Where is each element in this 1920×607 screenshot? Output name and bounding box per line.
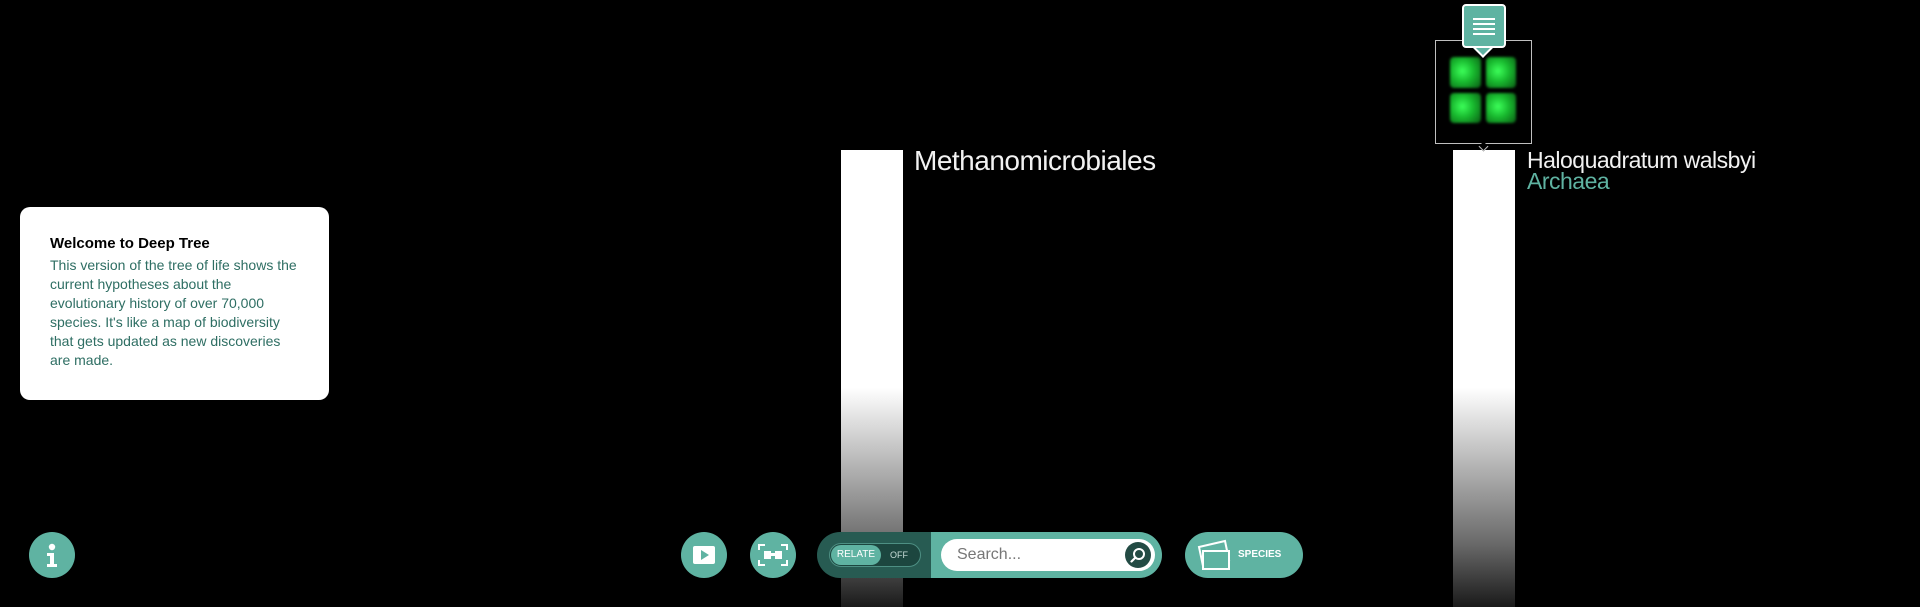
relate-control: RELATE OFF (817, 532, 931, 578)
play-button[interactable] (681, 532, 727, 578)
search-button[interactable] (1125, 542, 1151, 568)
search-icon (1130, 548, 1145, 563)
welcome-card: Welcome to Deep Tree This version of the… (20, 207, 329, 400)
info-button[interactable] (29, 532, 75, 578)
species-button[interactable]: SPECIES (1185, 532, 1303, 578)
node-label-domain[interactable]: Archaea (1527, 170, 1610, 193)
relate-toggle-knob[interactable]: RELATE (831, 545, 881, 565)
info-icon (47, 543, 57, 567)
search-input[interactable] (941, 539, 1155, 571)
fit-screen-icon (758, 544, 788, 566)
text-lines-icon (1473, 15, 1495, 38)
node-label-methanomicrobiales[interactable]: Methanomicrobiales (914, 147, 1156, 175)
relate-toggle[interactable]: RELATE OFF (829, 543, 921, 567)
welcome-body: This version of the tree of life shows t… (50, 257, 297, 368)
welcome-title: Welcome to Deep Tree (50, 235, 210, 252)
cards-icon (1197, 539, 1231, 570)
play-icon (693, 546, 715, 564)
microbe-image (1450, 57, 1516, 123)
relate-off-label: OFF (890, 550, 908, 560)
search-bar (931, 532, 1162, 578)
branch-haloquadratum[interactable] (1453, 150, 1515, 607)
fit-screen-button[interactable] (750, 532, 796, 578)
details-button[interactable] (1462, 4, 1506, 48)
species-label: SPECIES (1238, 549, 1282, 560)
